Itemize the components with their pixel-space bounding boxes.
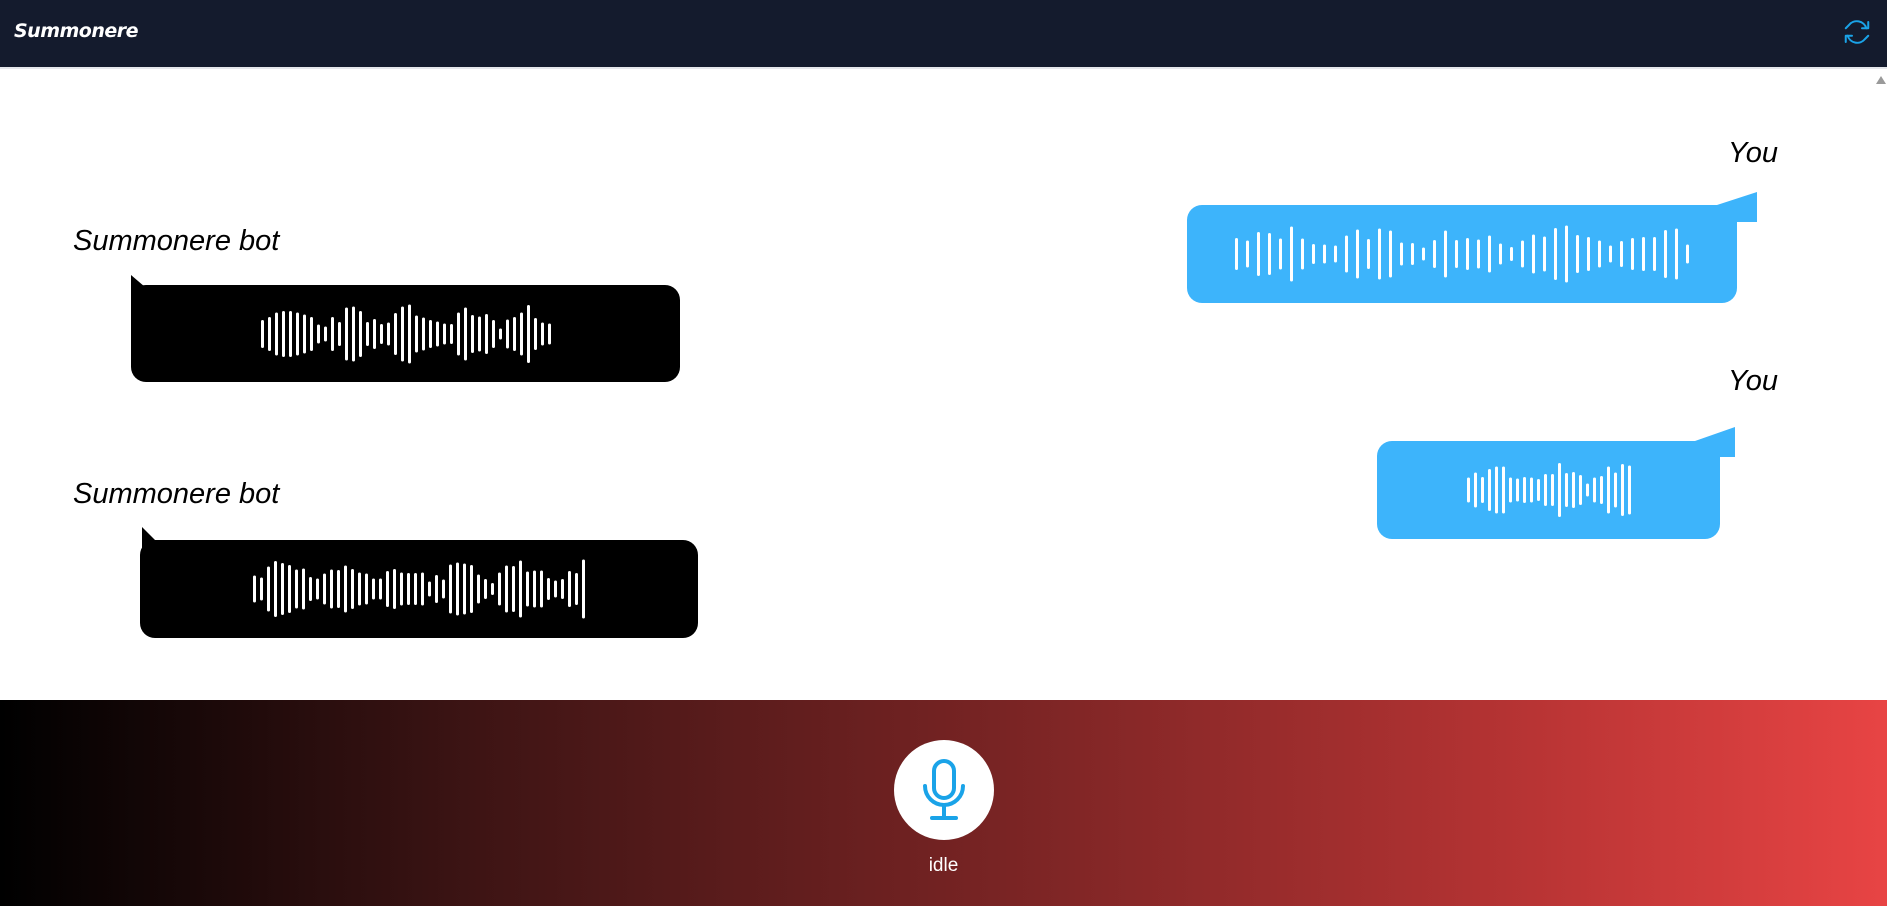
status-text: idle [928,855,959,876]
sender-label: You [1728,137,1778,169]
bubble-tail [1695,427,1735,457]
waveform-icon [1466,463,1631,517]
sender-label: Summonere bot [73,478,280,510]
scroll-up-arrow[interactable] [1876,76,1886,84]
app-title: Summonere [14,20,139,42]
user-voice-message[interactable] [1187,192,1757,303]
sender-label: You [1728,365,1778,397]
waveform-icon [253,559,585,619]
bubble-tail [131,275,163,305]
refresh-icon[interactable] [1842,17,1872,47]
bot-voice-message[interactable] [131,275,680,382]
waveform-icon [260,304,551,363]
microphone-button[interactable] [894,740,994,840]
waveform-icon [1235,225,1689,283]
bubble-tail [1717,192,1757,222]
microphone-icon [923,759,965,820]
top-bar: Summonere [0,0,1887,67]
footer-bar: idle [0,700,1887,906]
sender-label: Summonere bot [73,225,280,257]
bubble-tail [142,527,174,557]
bot-voice-message[interactable] [140,527,698,638]
user-voice-message[interactable] [1377,427,1735,539]
